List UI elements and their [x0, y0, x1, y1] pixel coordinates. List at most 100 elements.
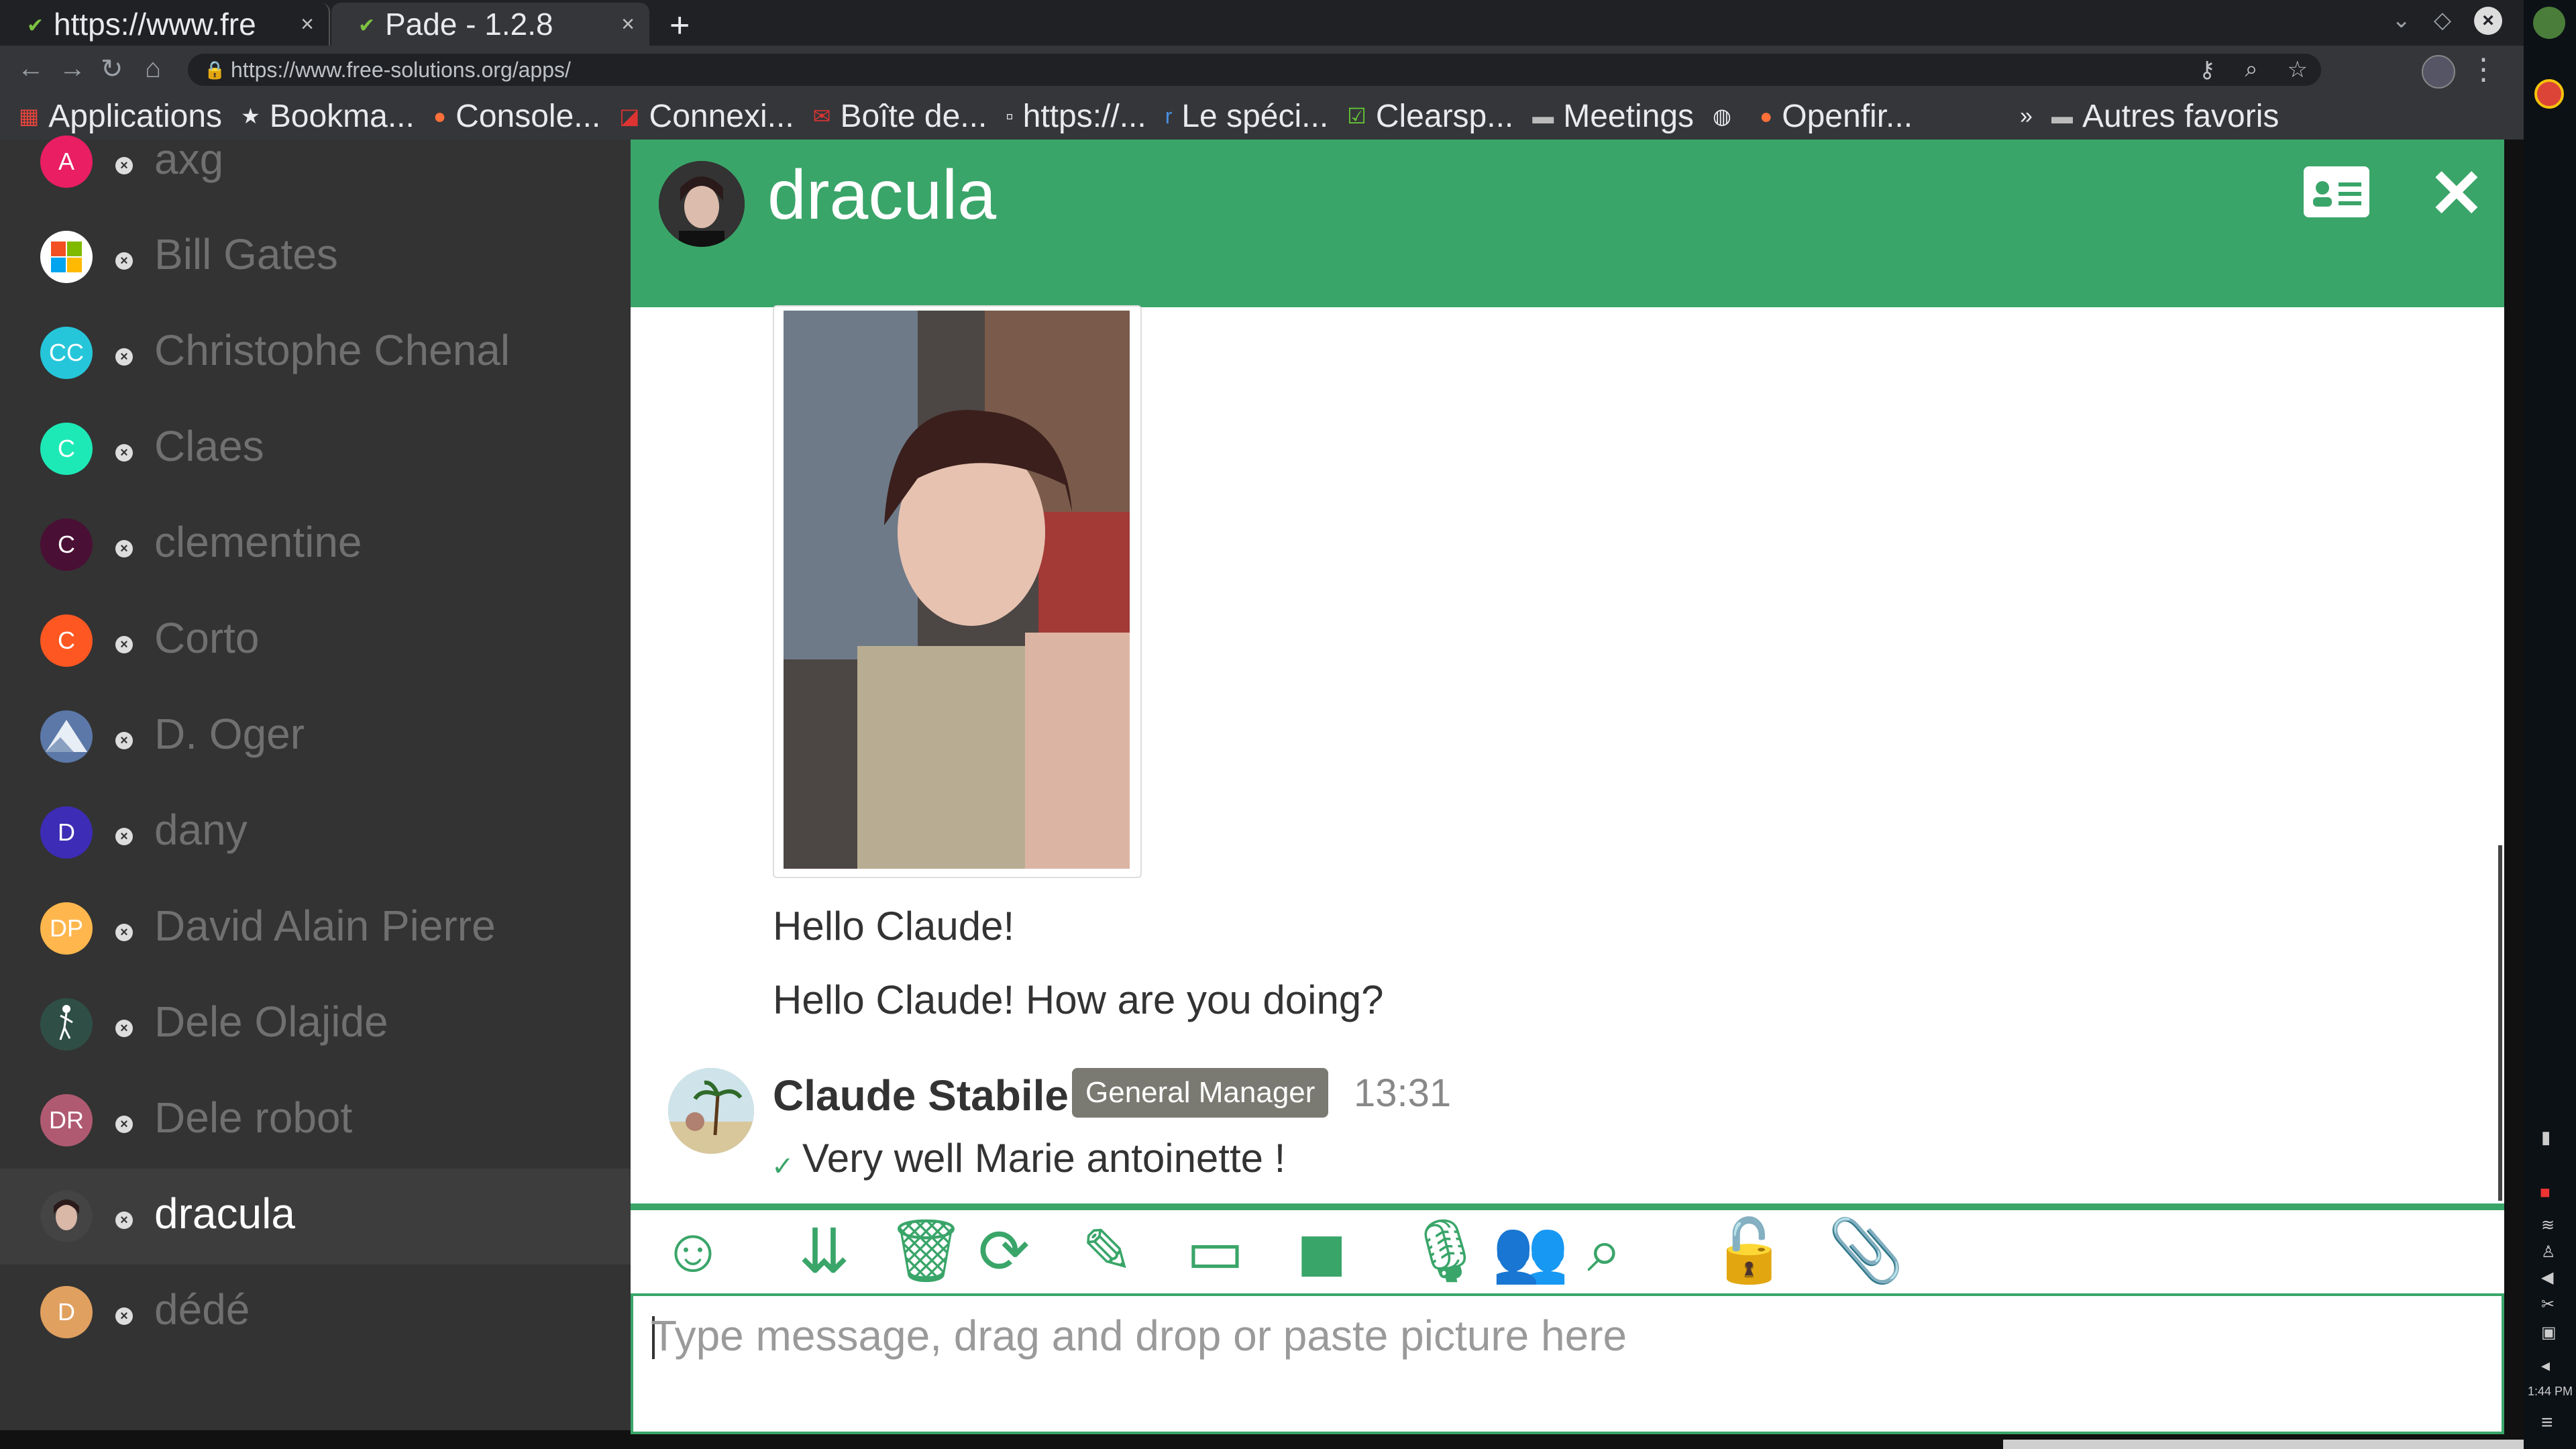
tab-close-icon[interactable]: × — [621, 11, 635, 38]
portrait-photo-icon — [40, 1190, 93, 1242]
globe-icon: ◍ — [1713, 104, 1731, 128]
search-icon[interactable]: ⌕ — [1587, 1216, 1622, 1287]
site-favicon-icon: ✔ — [358, 15, 376, 37]
avatar: C — [40, 614, 93, 667]
avatar: DR — [40, 1094, 93, 1146]
offline-status-icon: × — [115, 828, 133, 845]
back-icon[interactable]: ← — [17, 54, 44, 84]
offline-status-icon: × — [115, 1212, 133, 1229]
contact-name: Claes — [154, 422, 264, 470]
avatar: D — [40, 806, 93, 859]
chat-scrollbar[interactable] — [2498, 845, 2502, 1201]
contact-name: Dele robot — [154, 1093, 353, 1142]
contact-name: dracula — [154, 1189, 295, 1238]
bookmark-globe[interactable]: ◍ — [1713, 103, 1741, 129]
contact-axg[interactable]: A × axg — [0, 114, 631, 210]
contact-name: Bill Gates — [154, 230, 338, 278]
beach-photo-icon — [668, 1068, 754, 1154]
restore-icon[interactable]: ◇ — [2434, 7, 2451, 35]
video-call-icon[interactable]: ◼ — [1296, 1216, 1347, 1287]
home-icon[interactable]: ⌂ — [145, 54, 161, 84]
avatar: D — [40, 1286, 93, 1338]
offline-status-icon: × — [115, 252, 133, 270]
contact-name: Corto — [154, 614, 260, 662]
people-icon[interactable]: 👥 — [1492, 1216, 1569, 1287]
bookmark-https[interactable]: ▫ https://... — [1006, 98, 1146, 135]
bookmarks-overflow-button[interactable]: » — [2020, 103, 2033, 129]
paperclip-icon[interactable]: 📎 — [1827, 1216, 1904, 1287]
user-icon: ♙ — [2541, 1243, 2556, 1261]
forward-icon[interactable]: → — [59, 54, 86, 84]
address-bar[interactable]: 🔒 https://www.free-solutions.org/apps/ — [188, 54, 2321, 86]
contact-claes[interactable]: C × Claes — [0, 401, 631, 497]
contact-dele-robot[interactable]: DR × Dele robot — [0, 1073, 631, 1169]
screen-share-icon[interactable]: ▭ — [1186, 1216, 1244, 1287]
browser-menu-icon[interactable]: ⋮ — [2469, 52, 2498, 87]
scroll-down-icon[interactable]: ⇊ — [798, 1216, 850, 1287]
contact-bill-gates[interactable]: × Bill Gates — [0, 209, 631, 305]
contact-card-icon[interactable] — [2304, 166, 2369, 217]
minimize-icon[interactable]: ⌄ — [2392, 7, 2411, 35]
contact-dele-olajide[interactable]: × Dele Olajide — [0, 977, 631, 1073]
avatar: C — [40, 519, 93, 571]
contact-clementine[interactable]: C × clementine — [0, 497, 631, 593]
bookmark-meetings[interactable]: ▬ Meetings — [1532, 98, 1694, 135]
trash-icon[interactable]: 🗑 — [887, 1216, 965, 1287]
chrome-icon[interactable] — [2534, 79, 2564, 109]
window-close-icon[interactable]: × — [2474, 7, 2502, 35]
contact-christophe-chenal[interactable]: CC × Christophe Chenal — [0, 305, 631, 401]
collapse-icon[interactable]: ◂ — [2541, 1355, 2550, 1376]
message-text: Hello Claude! How are you doing? — [773, 977, 1384, 1022]
avatar: A — [40, 136, 93, 188]
flag-icon: ■ — [2540, 1182, 2551, 1202]
new-tab-button[interactable]: + — [669, 5, 690, 46]
avatar: C — [40, 423, 93, 475]
bookmark-openfire[interactable]: ● Openfir... — [1760, 98, 1913, 135]
contact-david-alain-pierre[interactable]: DP × David Alain Pierre — [0, 881, 631, 977]
shared-photo[interactable] — [773, 305, 1142, 878]
emoji-icon[interactable]: ☺ — [661, 1216, 724, 1286]
bookmark-star-icon[interactable]: ☆ — [2288, 56, 2308, 83]
tab-freesolutions[interactable]: ✔ https://www.fre × — [0, 3, 330, 46]
contact-dede[interactable]: D × dédé — [0, 1265, 631, 1360]
bookmark-clearsp[interactable]: ☑ Clearsp... — [1347, 98, 1513, 135]
contact-d-oger[interactable]: × D. Oger — [0, 689, 631, 785]
refresh-icon[interactable]: ⟳ — [978, 1216, 1030, 1287]
tab-pade[interactable]: ✔ Pade - 1.2.8 × — [331, 3, 649, 46]
message-text: Hello Claude! — [773, 904, 1015, 949]
offline-status-icon: × — [115, 636, 133, 653]
url-text: https://www.free-solutions.org/apps/ — [231, 58, 571, 82]
microphone-icon[interactable]: 🎙 — [1406, 1216, 1485, 1287]
contact-name: D. Oger — [154, 710, 305, 758]
tab-title: https://www.fre — [54, 7, 256, 42]
bookmark-other-folder[interactable]: ▬ Autres favoris — [2051, 98, 2279, 135]
system-panel: ▮ ■ ≋ ♙ ◀ ✂ ▣ ◂ 1:44 PM ≡ — [2524, 0, 2576, 1449]
launcher-icon[interactable] — [2533, 7, 2565, 39]
bookmark-le-speci[interactable]: r Le spéci... — [1165, 98, 1328, 135]
chat-title: dracula — [767, 156, 997, 234]
lock-icon: 🔒 — [204, 60, 226, 80]
id-card-icon — [2304, 166, 2369, 217]
contact-name: Dele Olajide — [154, 998, 388, 1046]
key-icon[interactable]: ⚷ — [2199, 56, 2216, 83]
contact-dracula[interactable]: × dracula — [0, 1169, 631, 1265]
reload-icon[interactable]: ↻ — [101, 54, 123, 85]
offline-status-icon: × — [115, 157, 133, 174]
profile-avatar[interactable] — [2422, 55, 2455, 89]
bookmark-boite[interactable]: ✉ Boîte de... — [813, 98, 987, 135]
contact-corto[interactable]: C × Corto — [0, 593, 631, 689]
offline-status-icon: × — [115, 348, 133, 366]
menu-icon[interactable]: ≡ — [2541, 1411, 2553, 1434]
close-chat-icon[interactable]: ✕ — [2428, 154, 2485, 233]
bookmark-connexion[interactable]: ◪ Connexi... — [619, 98, 794, 135]
horizontal-scrollbar[interactable] — [2003, 1440, 2524, 1449]
zoom-icon[interactable]: ⌕ — [2245, 56, 2257, 83]
contact-name: David Alain Pierre — [154, 902, 496, 950]
contact-name: dany — [154, 806, 248, 854]
unlock-icon[interactable]: 🔓 — [1711, 1216, 1788, 1287]
contact-dany[interactable]: D × dany — [0, 785, 631, 881]
pencil-icon[interactable]: ✎ — [1081, 1216, 1133, 1287]
tab-close-icon[interactable]: × — [301, 11, 314, 38]
offline-status-icon: × — [115, 444, 133, 462]
contact-name: dédé — [154, 1285, 250, 1334]
